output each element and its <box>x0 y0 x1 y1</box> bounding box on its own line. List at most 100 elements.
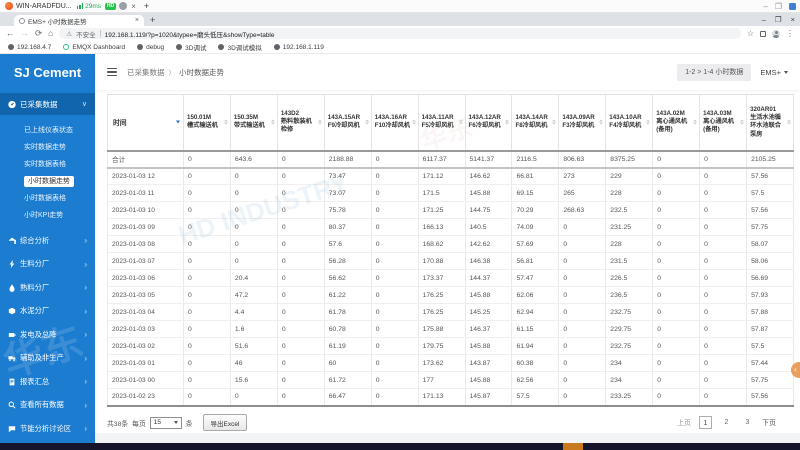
hamburger-menu-icon[interactable] <box>107 67 117 77</box>
column-header[interactable]: 143A.03M 离心通风机 (备用) <box>699 94 748 152</box>
sidebar-subitem[interactable]: 小时KPI走势 <box>0 204 95 221</box>
breadcrumb-current: 小时数据走势 <box>179 67 224 77</box>
breadcrumb-parent[interactable]: 已采集数据 <box>127 67 165 78</box>
back-icon[interactable]: ← <box>6 29 15 38</box>
sidebar-item[interactable]: 辅助及非生产 › <box>0 347 95 371</box>
window-restore-button[interactable]: ❐ <box>775 15 782 24</box>
data-range-chip[interactable]: 1-2 > 1-4 小时数据 <box>677 63 752 81</box>
sidebar-item[interactable]: 发电及总降 › <box>0 323 95 347</box>
column-header[interactable]: 143A.12AR F6冷却风机 <box>464 94 513 152</box>
sidebar-item[interactable]: 查看所有数据 › <box>0 394 95 418</box>
bookmark-item[interactable]: debug <box>137 44 164 51</box>
remote-settings-icon[interactable] <box>789 3 796 10</box>
browser-tab[interactable]: EMS+ 小时数据走势 × <box>14 15 144 26</box>
chevron-right-icon: › <box>84 377 87 387</box>
column-header[interactable]: 150.35M 带式输送机 <box>229 94 278 152</box>
page-button-1[interactable]: 1 <box>699 416 712 429</box>
hd-quality-badge[interactable]: HD <box>105 2 117 10</box>
extension-icon[interactable] <box>760 30 766 37</box>
sidebar-item[interactable]: 综合分析 › <box>0 229 95 253</box>
sidebar-subitem[interactable]: 实时数据走势 <box>0 136 95 153</box>
remote-minimize-button[interactable]: – <box>763 2 767 11</box>
column-header[interactable]: 143D2 熟料散装机检修 <box>276 94 325 152</box>
sidebar-subitem[interactable]: 小时数据走势 <box>0 170 95 187</box>
collapse-panel-handle[interactable]: ‹ <box>791 362 800 378</box>
url-omnibox[interactable]: ⚠ 不安全 192.168.1.119/?p=1020&typee=磨头低压&s… <box>59 28 741 39</box>
sidebar-item[interactable]: 水泥分厂 › <box>0 300 95 324</box>
new-tab-button[interactable]: + <box>150 15 155 25</box>
value-cell: 268.63 <box>558 201 607 219</box>
per-page-select[interactable]: 15 <box>149 416 182 429</box>
bookmark-item[interactable]: 192.168.4.7 <box>8 44 51 51</box>
sidebar-item[interactable]: 节能分析讨论区 › <box>0 417 95 441</box>
tab-close-icon[interactable]: × <box>135 17 139 24</box>
page-button-2[interactable]: 2 <box>720 416 733 429</box>
bookmark-item[interactable]: 3D调试模拟 <box>218 42 262 52</box>
taskbar-app-icon[interactable] <box>563 443 583 450</box>
value-cell: 177 <box>417 371 466 389</box>
remote-restore-button[interactable]: ❐ <box>775 2 782 11</box>
chevron-down-icon <box>784 70 788 74</box>
page-button-3[interactable]: 3 <box>741 416 754 429</box>
export-excel-button[interactable]: 导出Excel <box>202 414 248 431</box>
close-session-icon[interactable]: × <box>131 2 136 11</box>
sidebar-item[interactable]: 报表汇总 › <box>0 370 95 394</box>
value-cell: 2105.25 <box>746 150 794 169</box>
home-icon[interactable]: ⌂ <box>48 29 53 38</box>
profile-dropdown[interactable]: EMS+ <box>760 68 788 77</box>
sidebar-subitem[interactable]: 已上线仪表状态 <box>0 119 95 136</box>
column-header[interactable]: 143A.14AR F8冷却风机 <box>511 94 560 152</box>
column-header[interactable]: 143A.09AR F3冷却风机 <box>558 94 607 152</box>
table-row: 2023-01-03 08 0 0 0 57.6 0 168.62 142.62 57.69 0 2… <box>107 235 794 253</box>
bookmark-item[interactable]: EMQX Dashboard <box>63 44 125 51</box>
new-session-button[interactable]: + <box>144 1 149 11</box>
bookmark-star-icon[interactable]: ☆ <box>747 29 754 38</box>
sidebar-subitem[interactable]: 小时数据表格 <box>0 187 95 204</box>
column-header[interactable]: 150.01M 槽式输送机 <box>183 94 231 152</box>
forward-icon[interactable]: → <box>21 29 30 38</box>
prev-page-button[interactable]: 上页 <box>677 418 691 428</box>
value-cell: 0 <box>276 354 325 372</box>
value-cell: 0 <box>699 354 748 372</box>
column-code: 320AR01 <box>750 105 777 113</box>
sort-icon <box>411 119 416 125</box>
window-close-button[interactable]: × <box>791 15 795 24</box>
value-cell: 2188.88 <box>323 150 372 169</box>
window-minimize-button[interactable]: – <box>762 15 766 24</box>
column-header[interactable]: 320AR01 生活水池循环水池联合泵房 <box>746 94 794 152</box>
value-cell: 57.75 <box>746 371 794 389</box>
reload-icon[interactable]: ⟳ <box>35 29 42 38</box>
sort-desc-icon <box>176 120 180 124</box>
time-header-label: 时间 <box>113 120 127 128</box>
sidebar-item[interactable]: 生料分厂 › <box>0 253 95 277</box>
column-header[interactable]: 143A.16AR F10冷却风机 <box>370 94 419 152</box>
value-cell: 0 <box>183 218 231 236</box>
value-cell: 179.75 <box>417 337 466 355</box>
value-cell: 176.25 <box>417 286 466 304</box>
security-label[interactable]: 不安全 <box>76 29 96 39</box>
sidebar-subitem[interactable]: 实时数据表格 <box>0 153 95 170</box>
column-code: 143A.16AR <box>374 113 408 121</box>
windows-taskbar[interactable] <box>0 443 800 450</box>
gauge-icon <box>8 100 16 108</box>
sidebar-section-collected-data[interactable]: 已采集数据 ∨ <box>0 93 95 115</box>
value-cell: 0 <box>229 167 278 185</box>
browser-menu-icon[interactable]: ⋮ <box>786 29 794 38</box>
total-row: 合计 0 643.6 0 2188.88 0 6117.37 5141.37 2116.5 806… <box>107 150 794 169</box>
profile-avatar-icon[interactable] <box>772 29 780 38</box>
sidebar-item[interactable]: 熟料分厂 › <box>0 276 95 300</box>
column-header-time[interactable]: 时间 <box>107 94 184 152</box>
table-row: 2023-01-03 11 0 0 0 73.07 0 171.5 145.88 69.15 26… <box>107 184 794 202</box>
value-cell: 60.38 <box>511 354 560 372</box>
column-header[interactable]: 143A.11AR F5冷却风机 <box>417 94 466 152</box>
bookmark-item[interactable]: 192.168.1.119 <box>273 44 324 51</box>
column-name: 熟料散装机检修 <box>280 118 312 134</box>
sort-icon <box>317 119 322 125</box>
value-cell: 0 <box>276 184 325 202</box>
column-header[interactable]: 143A.02M 离心通风机 (备用) <box>652 94 701 152</box>
column-header[interactable]: 143A.10AR F4冷却风机 <box>605 94 654 152</box>
value-cell: 0 <box>699 320 748 338</box>
bookmark-item[interactable]: 3D调试 <box>176 42 206 52</box>
column-header[interactable]: 143A.15AR F9冷却风机 <box>323 94 372 152</box>
next-page-button[interactable]: 下页 <box>762 418 776 428</box>
